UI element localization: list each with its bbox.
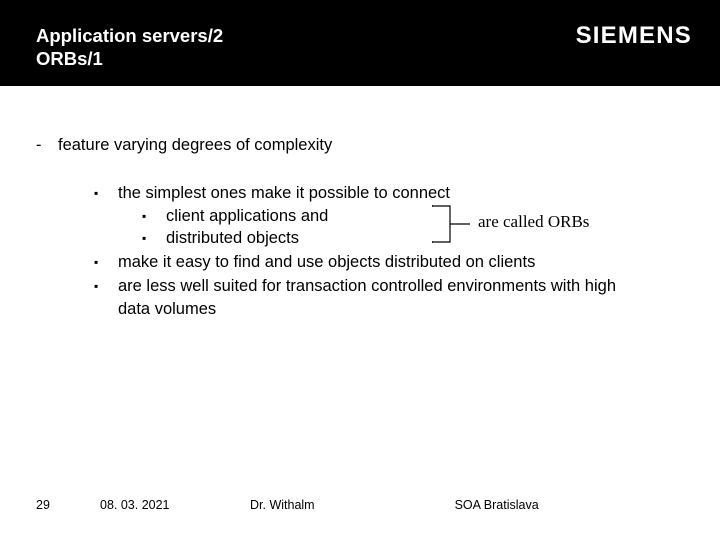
bullet-level1-text: the simplest ones make it possible to co… — [118, 182, 450, 204]
bullet-level2-text: distributed objects — [166, 227, 299, 249]
square-bullet-icon: ▪ — [94, 182, 118, 201]
slide-footer: 29 08. 03. 2021 Dr. Withalm SOA Bratisla… — [0, 498, 720, 512]
bullet-level2-item: ▪ client applications and — [142, 205, 450, 227]
bullet-level1-list: ▪ the simplest ones make it possible to … — [94, 182, 684, 320]
brand-logo: SIEMENS — [576, 22, 692, 50]
square-bullet-icon: ▪ — [142, 205, 166, 224]
bullet-level1-item: ▪ are less well suited for transaction c… — [94, 275, 684, 320]
bullet-level1-item: ▪ the simplest ones make it possible to … — [94, 182, 684, 249]
footer-date: 08. 03. 2021 — [100, 498, 250, 512]
title-line-1: Application servers/2 — [36, 24, 223, 47]
bullet-level2-list: ▪ client applications and ▪ distributed … — [142, 205, 450, 250]
square-bullet-icon: ▪ — [142, 227, 166, 246]
square-bullet-icon: ▪ — [94, 275, 118, 294]
slide-body: - feature varying degrees of complexity … — [0, 86, 720, 320]
bullet-level1-content: the simplest ones make it possible to co… — [118, 182, 450, 249]
bullet-level1-item: ▪ make it easy to find and use objects d… — [94, 251, 684, 273]
bullet-level0: - feature varying degrees of complexity — [36, 134, 684, 156]
footer-author: Dr. Withalm — [250, 498, 315, 512]
bullet-level0-text: feature varying degrees of complexity — [58, 134, 332, 156]
title-line-2: ORBs/1 — [36, 47, 223, 70]
square-bullet-icon: ▪ — [94, 251, 118, 270]
slide-title: Application servers/2 ORBs/1 — [36, 24, 223, 70]
dash-icon: - — [36, 134, 58, 156]
bullet-level1-text: are less well suited for transaction con… — [118, 275, 638, 320]
bullet-level2-item: ▪ distributed objects — [142, 227, 450, 249]
bullet-level2-text: client applications and — [166, 205, 328, 227]
bullet-level1-text: make it easy to find and use objects dis… — [118, 251, 535, 273]
footer-text: SOA Bratislava — [455, 498, 539, 512]
page-number: 29 — [36, 498, 100, 512]
annotation-text: are called ORBs — [478, 211, 589, 234]
slide-header: Application servers/2 ORBs/1 SIEMENS — [0, 0, 720, 86]
